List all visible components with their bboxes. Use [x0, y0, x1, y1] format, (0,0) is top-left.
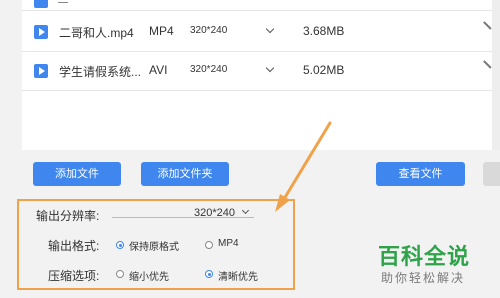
- file-format: AVI: [149, 63, 168, 77]
- scrollbar[interactable]: [492, 0, 500, 150]
- truncated-text: [58, 0, 68, 3]
- file-list: 二哥和人.mp4 MP4 320*240 3.68MB 学生请假系统... AV…: [22, 0, 500, 150]
- start-button-partial[interactable]: [483, 162, 500, 186]
- file-size: 5.02MB: [303, 63, 345, 77]
- radio-clarity-first-label[interactable]: 清晰优先: [218, 268, 258, 283]
- chevron-down-icon[interactable]: [265, 24, 275, 34]
- file-row-partial[interactable]: [22, 0, 500, 11]
- radio-keep-format-label[interactable]: 保持原格式: [129, 238, 179, 253]
- play-icon: [34, 0, 48, 8]
- file-name: 二哥和人.mp4: [59, 26, 134, 40]
- watermark-subtitle: 助你轻松解决: [381, 271, 466, 285]
- file-row[interactable]: 学生请假系统... AVI 320*240 5.02MB: [22, 52, 500, 91]
- resolution-select[interactable]: 320*240: [190, 64, 227, 75]
- file-name: 学生请假系统...: [59, 65, 142, 79]
- file-row[interactable]: 二哥和人.mp4 MP4 320*240 3.68MB: [22, 13, 500, 52]
- play-icon[interactable]: [34, 25, 48, 39]
- play-icon[interactable]: [34, 64, 48, 78]
- chevron-down-icon[interactable]: [265, 63, 275, 73]
- add-folder-button[interactable]: 添加文件夹: [141, 162, 229, 186]
- radio-keep-format[interactable]: [116, 241, 124, 249]
- radio-smaller-first[interactable]: [116, 270, 124, 278]
- add-file-button[interactable]: 添加文件: [33, 162, 121, 186]
- resolution-label: 输出分辨率:: [36, 209, 100, 223]
- resolution-select[interactable]: 320*240: [190, 25, 227, 36]
- file-format: MP4: [149, 24, 174, 38]
- radio-clarity-first[interactable]: [205, 270, 213, 278]
- view-file-button[interactable]: 查看文件: [376, 162, 465, 186]
- radio-mp4[interactable]: [205, 241, 213, 249]
- radio-mp4-label[interactable]: MP4: [218, 238, 239, 249]
- compress-label: 压缩选项:: [48, 269, 100, 283]
- watermark-title: 百科全说: [378, 244, 471, 269]
- dropdown-underline: [112, 217, 254, 218]
- format-label: 输出格式:: [48, 239, 100, 253]
- file-size: 3.68MB: [303, 24, 345, 38]
- radio-smaller-first-label[interactable]: 缩小优先: [129, 268, 169, 283]
